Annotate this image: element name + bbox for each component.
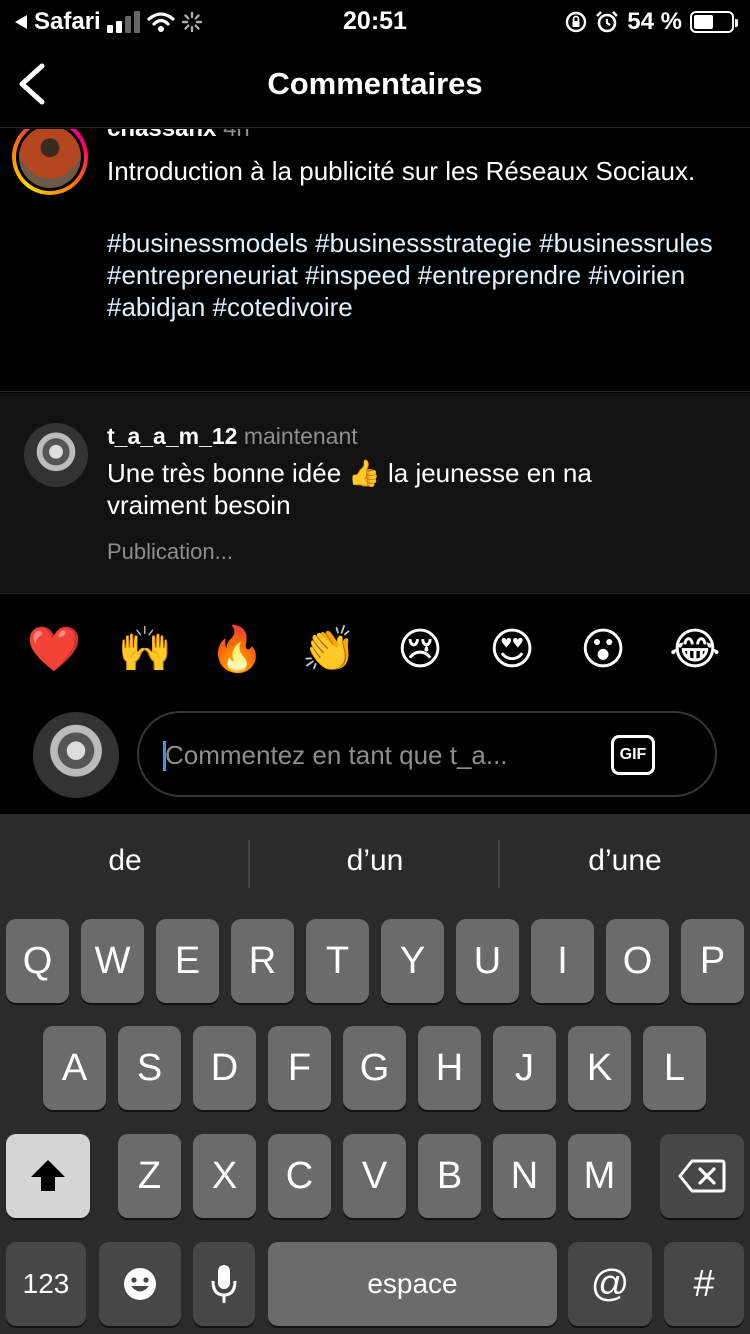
key-x[interactable]: X [193,1134,256,1218]
caption-author: chassanx 4h [107,129,250,143]
at-key[interactable]: @ [568,1242,652,1326]
key-o[interactable]: O [606,919,669,1003]
alarm-icon [596,11,619,33]
predictive-bar: de d’un d’une [0,814,750,914]
caption-avatar[interactable] [12,129,88,195]
reaction-laugh[interactable]: 😂 [665,620,725,680]
dictation-key[interactable] [193,1242,255,1326]
suggestion-1[interactable]: de [0,844,250,878]
key-m[interactable]: M [568,1134,631,1218]
shift-arrow-icon [31,1160,65,1191]
keyboard: de d’un d’une Q W E R T Y U I O P A S D … [0,814,750,1334]
key-q[interactable]: Q [6,919,69,1003]
hash-key[interactable]: # [664,1242,744,1326]
key-t[interactable]: T [306,919,369,1003]
microphone-icon [211,1265,237,1303]
emoji-key[interactable] [99,1242,181,1326]
comment-input-box[interactable]: GIF [137,711,717,797]
key-z[interactable]: Z [118,1134,181,1218]
key-v[interactable]: V [343,1134,406,1218]
key-c[interactable]: C [268,1134,331,1218]
shift-key[interactable] [6,1134,90,1218]
key-j[interactable]: J [493,1026,556,1110]
comment-text: Une très bonne idée 👍 la jeunesse en na … [107,458,592,520]
gif-button[interactable]: GIF [611,735,655,775]
key-i[interactable]: I [531,919,594,1003]
reaction-heart[interactable]: ❤️ [24,620,84,680]
space-key[interactable]: espace [268,1242,557,1326]
caption-hashtags[interactable]: #businessmodels #businessstrategie #busi… [107,227,727,323]
reaction-fire[interactable]: 🔥 [207,620,267,680]
key-b[interactable]: B [418,1134,481,1218]
key-a[interactable]: A [43,1026,106,1110]
key-f[interactable]: F [268,1026,331,1110]
caption-time: 4h [223,129,250,142]
key-w[interactable]: W [81,919,144,1003]
key-y[interactable]: Y [381,919,444,1003]
suggestion-3[interactable]: d’une [500,844,750,878]
battery-level [694,15,714,29]
key-p[interactable]: P [681,919,744,1003]
comment-input[interactable] [165,733,595,777]
key-s[interactable]: S [118,1026,181,1110]
key-d[interactable]: D [193,1026,256,1110]
page-title: Commentaires [267,66,483,101]
caption-username[interactable]: chassanx [107,129,216,142]
orientation-lock-icon [566,11,587,33]
key-k[interactable]: K [568,1026,631,1110]
post-caption: chassanx 4h Introduction à la publicité … [0,129,750,392]
quick-reactions: ❤️ 🙌 🔥 👏 😢 😍 😮 😂 [0,620,750,680]
comment-author: t_a_a_m_12 maintenant [107,423,358,450]
battery-icon [690,11,738,33]
suggestion-2[interactable]: d’un [250,844,500,878]
status-bar: Safari 20:51 54 % [0,0,750,40]
comment-posting-status: Publication... [107,539,233,564]
backspace-key[interactable] [660,1134,744,1218]
reaction-clap[interactable]: 👏 [299,620,359,680]
battery-percent: 54 % [627,8,682,35]
key-u[interactable]: U [456,919,519,1003]
key-h[interactable]: H [418,1026,481,1110]
comment-username[interactable]: t_a_a_m_12 [107,423,237,449]
nav-header: Commentaires [0,40,750,128]
emoji-face-icon [124,1268,156,1300]
backspace-icon [678,1159,726,1193]
reaction-heart-eyes[interactable]: 😍 [482,620,542,680]
key-r[interactable]: R [231,919,294,1003]
pending-comment: t_a_a_m_12 maintenant Une très bonne idé… [0,393,750,594]
reaction-surprised[interactable]: 😮 [573,620,633,680]
reaction-cry[interactable]: 😢 [390,620,450,680]
reaction-raised-hands[interactable]: 🙌 [115,620,175,680]
caption-text: Introduction à la publicité sur les Rése… [107,156,696,186]
key-e[interactable]: E [156,919,219,1003]
key-g[interactable]: G [343,1026,406,1110]
comment-time: maintenant [243,423,358,449]
user-avatar [33,712,119,798]
numbers-key[interactable]: 123 [6,1242,86,1326]
key-n[interactable]: N [493,1134,556,1218]
comment-avatar[interactable] [24,423,88,487]
key-l[interactable]: L [643,1026,706,1110]
